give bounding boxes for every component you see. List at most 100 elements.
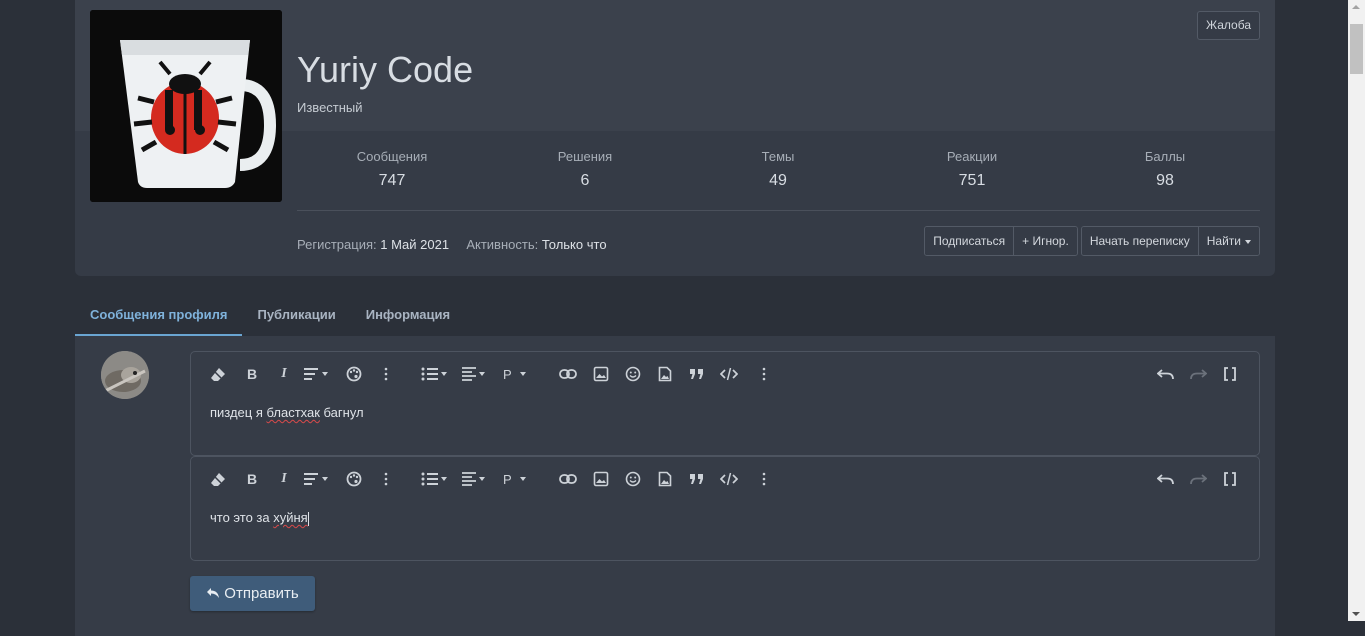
profile-tabs: Сообщения профиля Публикации Информация [75, 296, 465, 336]
registration-date: 1 Май 2021 [380, 237, 450, 252]
align-menu-icon[interactable] [461, 364, 489, 384]
ladybug-mug-icon [90, 10, 282, 202]
bold-icon[interactable]: B [243, 469, 261, 489]
stat-reactions[interactable]: Реакции 751 [877, 149, 1067, 190]
ignore-button[interactable]: + Игнор. [1014, 227, 1077, 255]
stat-label: Баллы [1144, 149, 1186, 164]
submit-button[interactable]: Отправить [190, 576, 315, 611]
submit-label: Отправить [224, 585, 299, 602]
tab-profile-posts[interactable]: Сообщения профиля [75, 296, 243, 336]
more-vertical-icon[interactable] [377, 469, 395, 489]
undo-icon[interactable] [1157, 364, 1175, 384]
media-icon[interactable] [656, 469, 674, 489]
profile-meta: Регистрация: 1 Май 2021 Активность: Толь… [297, 237, 607, 252]
paragraph-label: P [503, 366, 512, 382]
italic-icon[interactable]: I [275, 364, 293, 384]
list-menu-icon[interactable] [421, 469, 449, 489]
stat-value: 751 [958, 172, 986, 189]
stat-value: 98 [1156, 172, 1174, 189]
stat-value: 49 [769, 172, 787, 189]
quote-icon[interactable] [688, 364, 706, 384]
redo-icon[interactable] [1189, 364, 1207, 384]
bbcode-toggle-icon[interactable] [1221, 469, 1239, 489]
smile-icon[interactable] [624, 469, 642, 489]
smile-icon[interactable] [624, 364, 642, 384]
palette-icon[interactable] [345, 469, 363, 489]
paragraph-menu-icon[interactable]: P [503, 364, 530, 384]
post-editor[interactable]: B I P пиздец я бластхак багнул [190, 351, 1260, 456]
bbcode-toggle-icon[interactable] [1221, 364, 1239, 384]
link-icon[interactable] [559, 364, 577, 384]
editor-text: пиздец я [210, 405, 267, 420]
text-align-menu-icon[interactable] [303, 364, 331, 384]
paragraph-label: P [503, 471, 512, 487]
link-icon[interactable] [559, 469, 577, 489]
media-icon[interactable] [656, 364, 674, 384]
redo-icon[interactable] [1189, 469, 1207, 489]
stat-label: Реакции [946, 149, 998, 164]
misspelled-word: бластхак [266, 405, 320, 420]
activity-value: Только что [541, 237, 607, 252]
editor-toolbar: B I P [191, 457, 1259, 501]
find-label: Найти [1206, 234, 1241, 248]
follow-button[interactable]: Подписаться [925, 227, 1015, 255]
activity-label: Активность: [466, 237, 539, 252]
profile-avatar[interactable] [90, 10, 282, 202]
eraser-icon[interactable] [209, 364, 227, 384]
profile-actions: Подписаться + Игнор. Начать переписку На… [921, 226, 1260, 256]
editor-toolbar: B I P [191, 352, 1259, 396]
more-vertical-icon[interactable] [755, 469, 773, 489]
stat-messages[interactable]: Сообщения 747 [297, 149, 487, 190]
reply-icon [207, 588, 220, 598]
tab-information[interactable]: Информация [351, 296, 465, 336]
page-scrollbar[interactable] [1348, 0, 1365, 621]
editor-content[interactable]: что это за хуйня [210, 510, 309, 526]
bold-icon[interactable]: B [243, 364, 261, 384]
current-user-avatar[interactable] [101, 351, 149, 399]
stat-value: 747 [378, 172, 406, 189]
image-icon[interactable] [592, 469, 610, 489]
palette-icon[interactable] [345, 364, 363, 384]
more-vertical-icon[interactable] [755, 364, 773, 384]
profile-username: Yuriy Code [297, 49, 474, 90]
start-conversation-button[interactable]: Начать переписку [1081, 227, 1199, 255]
stat-threads[interactable]: Темы 49 [683, 149, 873, 190]
misspelled-word: хуйня [273, 510, 308, 525]
profile-user-title: Известный [297, 100, 363, 115]
editor-content[interactable]: пиздец я бластхак багнул [210, 405, 364, 420]
scroll-down-icon[interactable] [1352, 612, 1360, 616]
quote-icon[interactable] [688, 469, 706, 489]
scroll-up-icon[interactable] [1352, 5, 1360, 9]
editor-text: что это за [210, 510, 274, 525]
text-align-menu-icon[interactable] [303, 469, 331, 489]
conversation-find-group: Начать переписку Найти [1080, 226, 1260, 256]
tab-publications[interactable]: Публикации [242, 296, 350, 336]
paragraph-menu-icon[interactable]: P [503, 469, 530, 489]
post-editor[interactable]: B I P что это за хуйня [190, 456, 1260, 561]
align-menu-icon[interactable] [461, 469, 489, 489]
report-button[interactable]: Жалоба [1197, 11, 1260, 40]
profile-posts-feed: B I P пиздец я бластхак багнул B I P что… [75, 336, 1275, 636]
italic-icon[interactable]: I [275, 469, 293, 489]
follow-ignore-group: Подписаться + Игнор. [924, 226, 1078, 256]
eraser-icon[interactable] [209, 469, 227, 489]
chevron-down-icon [1245, 239, 1251, 244]
scroll-thumb[interactable] [1350, 24, 1363, 74]
stat-solutions[interactable]: Решения 6 [490, 149, 680, 190]
stat-points[interactable]: Баллы 98 [1070, 149, 1260, 190]
text-cursor [307, 511, 309, 526]
cat-avatar-icon [101, 351, 149, 399]
editor-text: багнул [319, 405, 364, 420]
profile-card: Yuriy Code Известный Жалоба Сообщения 74… [75, 0, 1275, 276]
stat-label: Темы [761, 149, 795, 164]
code-icon[interactable] [720, 364, 738, 384]
more-vertical-icon[interactable] [377, 364, 395, 384]
stat-label: Сообщения [356, 149, 428, 164]
undo-icon[interactable] [1157, 469, 1175, 489]
list-menu-icon[interactable] [421, 364, 449, 384]
stat-label: Решения [557, 149, 613, 164]
stat-value: 6 [580, 172, 590, 189]
find-menu-button[interactable]: Найти [1198, 227, 1259, 255]
code-icon[interactable] [720, 469, 738, 489]
image-icon[interactable] [592, 364, 610, 384]
